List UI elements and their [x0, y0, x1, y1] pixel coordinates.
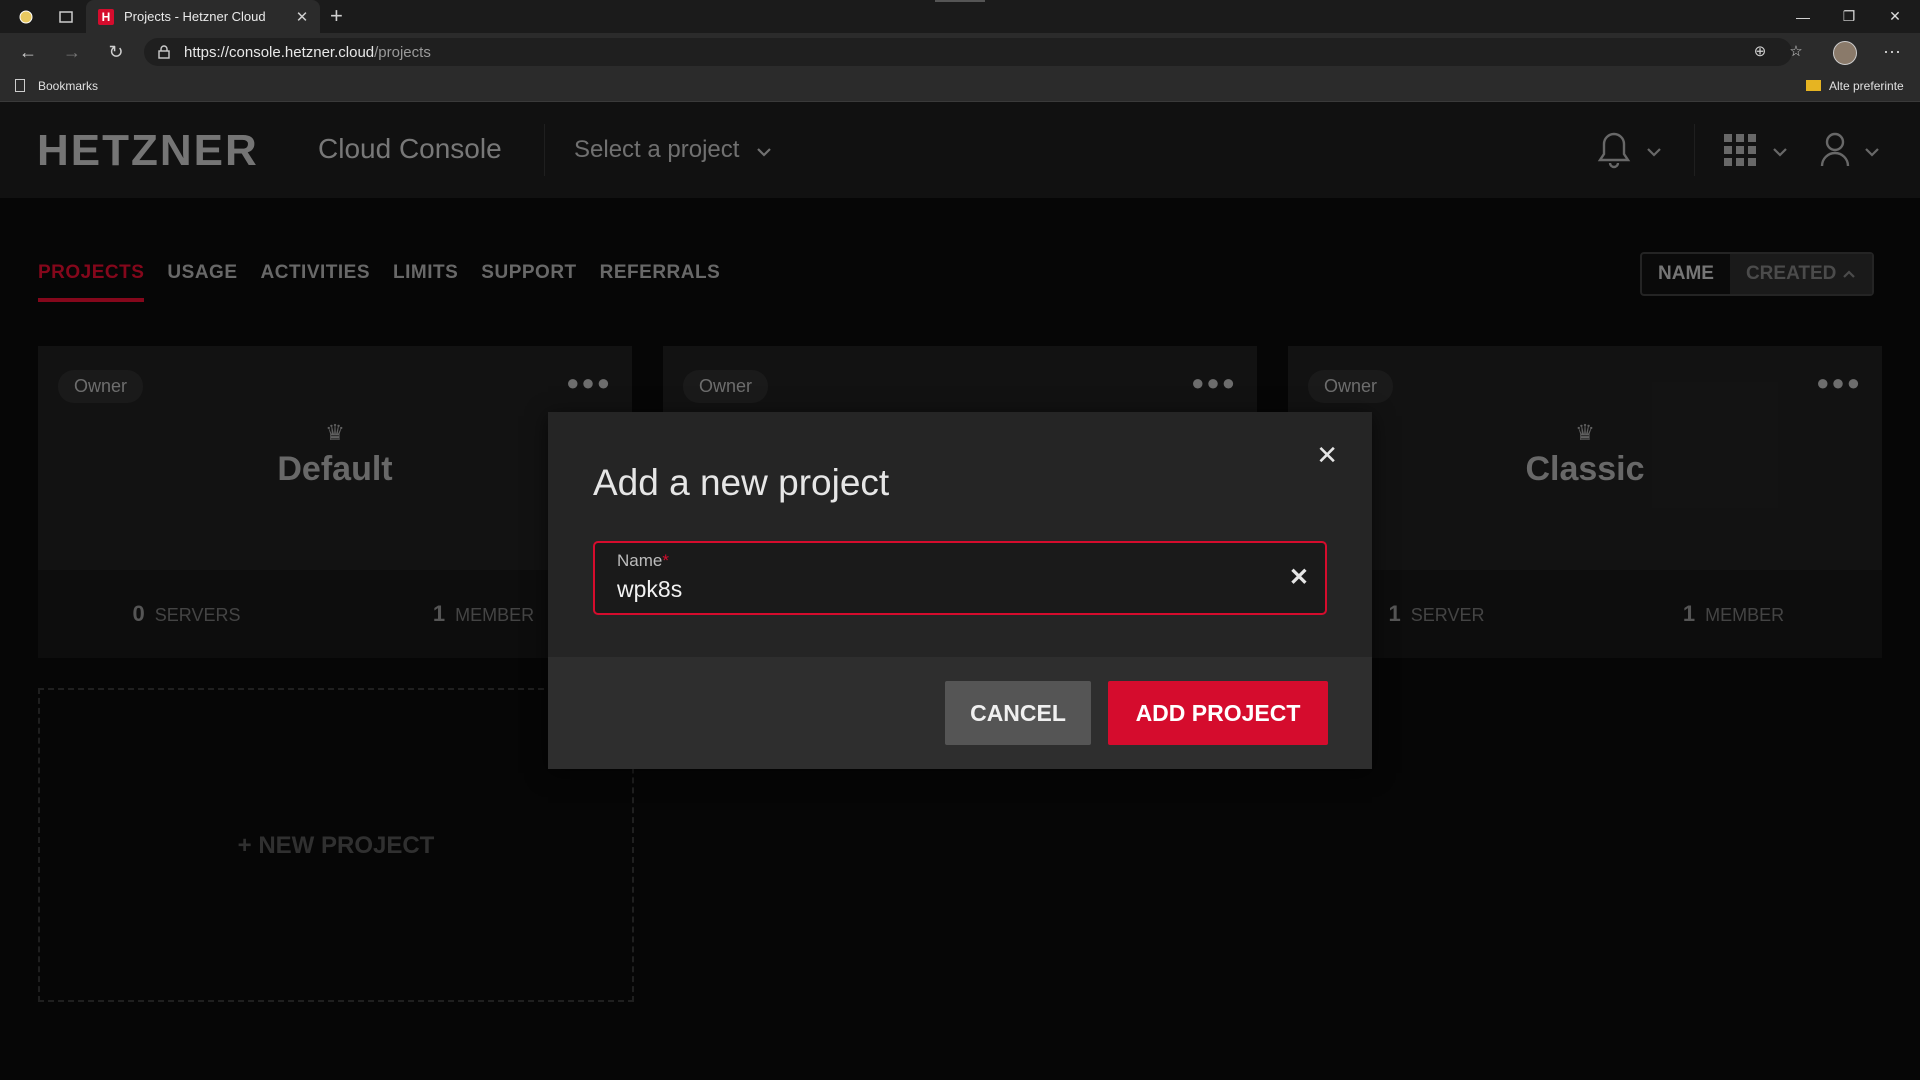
minimize-icon[interactable]: —	[1780, 0, 1826, 33]
dialog-footer: CANCEL ADD PROJECT	[548, 657, 1372, 769]
tab-close-icon[interactable]: ✕	[292, 8, 312, 26]
clear-input-icon[interactable]: ✕	[1289, 563, 1309, 592]
tab-title: Projects - Hetzner Cloud	[124, 9, 266, 24]
avatar[interactable]	[1833, 41, 1857, 65]
required-mark: *	[662, 551, 669, 570]
folder-icon	[1806, 80, 1821, 91]
forward-icon[interactable]: →	[60, 42, 84, 62]
restore-icon[interactable]: ❐	[1826, 0, 1872, 33]
hetzner-favicon-icon: H	[98, 8, 114, 25]
favorites-star-icon[interactable]: ☆	[1784, 42, 1808, 62]
tab-projects[interactable]: H Projects - Hetzner Cloud ✕	[86, 0, 320, 33]
address-bar-row: ← → ↻ https://console.hetzner.cloud/proj…	[0, 33, 1920, 71]
close-icon[interactable]: ✕	[1316, 440, 1338, 471]
zoom-icon[interactable]: ⊕	[1748, 42, 1772, 62]
back-icon[interactable]: ←	[16, 42, 40, 62]
url-host: https://console.hetzner.cloud	[184, 43, 375, 61]
name-field-label: Name*	[617, 551, 669, 571]
other-favorites-link[interactable]: Alte preferinte	[1829, 79, 1904, 93]
project-name-field[interactable]: Name* ✕	[593, 541, 1327, 615]
tab-actions-icon[interactable]	[52, 6, 80, 28]
browser-tab-bar: H Projects - Hetzner Cloud ✕ + — ❐ ✕	[0, 0, 1920, 33]
cancel-button[interactable]: CANCEL	[945, 681, 1091, 745]
project-name-input[interactable]	[617, 573, 1257, 605]
bookmarks-bar: Bookmarks Alte preferinte	[0, 71, 1920, 102]
lock-icon	[158, 45, 172, 59]
close-window-icon[interactable]: ✕	[1872, 0, 1918, 33]
url-path: /projects	[374, 43, 431, 61]
more-options-icon[interactable]: ⋯	[1880, 42, 1904, 62]
add-project-button[interactable]: ADD PROJECT	[1108, 681, 1328, 745]
bookmark-page-icon	[15, 79, 25, 92]
bookmarks-link[interactable]: Bookmarks	[38, 79, 98, 93]
url-field[interactable]: https://console.hetzner.cloud/projects	[144, 38, 1792, 66]
tabbar-drag-indicator	[935, 0, 985, 2]
browser-profile-icon[interactable]	[12, 6, 40, 28]
dialog-title: Add a new project	[593, 462, 890, 503]
new-tab-icon[interactable]: +	[330, 3, 343, 29]
refresh-icon[interactable]: ↻	[104, 42, 128, 62]
name-label-text: Name	[617, 551, 663, 570]
add-project-dialog: Add a new project ✕ Name* ✕ CANCEL ADD P…	[548, 412, 1372, 769]
